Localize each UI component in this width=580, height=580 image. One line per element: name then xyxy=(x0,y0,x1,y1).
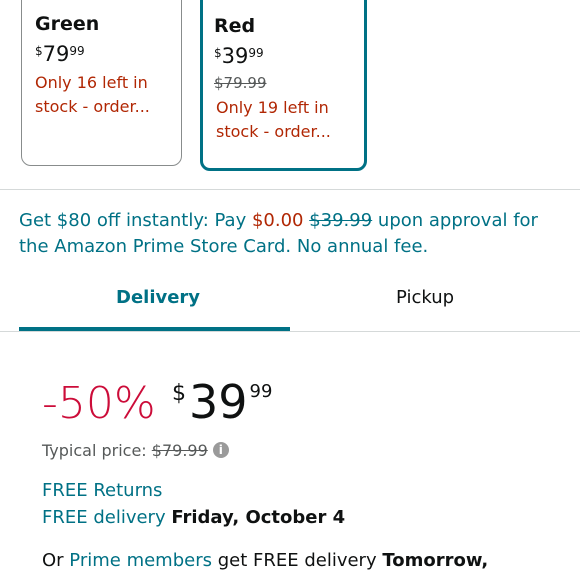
typical-price: Typical price: $79.99 i xyxy=(42,441,229,460)
deal-price: $39 99 xyxy=(172,375,273,429)
prime-delivery-line: Or Prime members get FREE delivery Tomor… xyxy=(42,550,489,571)
variant-card-red[interactable]: Red $3999 $79.99 Only 19 left in stock -… xyxy=(200,0,367,171)
free-returns-link[interactable]: FREE Returns xyxy=(42,480,162,501)
variant-old-price: $79.99 xyxy=(214,74,267,92)
variant-name: Red xyxy=(214,15,256,37)
variant-name: Green xyxy=(35,13,100,35)
variant-price: $7999 xyxy=(35,42,85,66)
info-icon[interactable]: i xyxy=(212,441,229,458)
stock-status: Only 16 left in stock - order... xyxy=(35,73,150,116)
section-divider xyxy=(0,189,580,190)
variant-card-green[interactable]: Green $7999 Only 16 left in stock - orde… xyxy=(21,0,182,166)
prime-card-promo[interactable]: Get $80 off instantly: Pay $0.00 $39.99 … xyxy=(19,208,564,260)
tab-delivery[interactable]: Delivery xyxy=(116,287,200,308)
stock-status: Only 19 left in stock - order... xyxy=(216,98,331,141)
variant-price: $3999 xyxy=(214,44,264,68)
free-delivery-link[interactable]: FREE delivery xyxy=(42,507,166,528)
prime-delivery-date: Tomorrow, xyxy=(382,550,489,571)
free-delivery-line: FREE delivery Friday, October 4 xyxy=(42,507,345,528)
delivery-date: Friday, October 4 xyxy=(171,507,346,528)
tabs-divider xyxy=(0,331,580,332)
discount-percentage: -50% xyxy=(42,378,156,429)
tab-pickup[interactable]: Pickup xyxy=(396,287,454,308)
prime-members-link[interactable]: Prime members xyxy=(69,550,212,571)
